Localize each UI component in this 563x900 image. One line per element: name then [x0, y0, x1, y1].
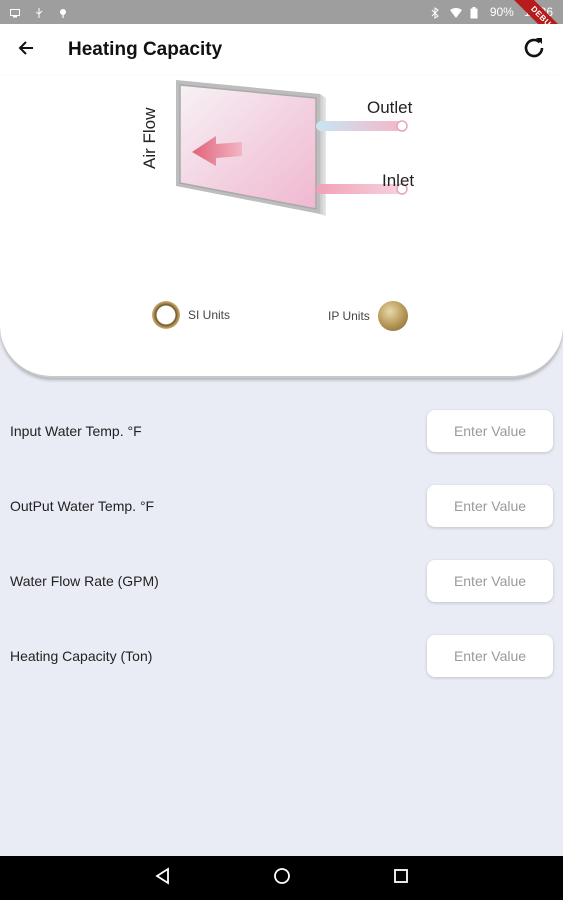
ip-units-radio[interactable]: IP Units — [328, 301, 408, 331]
row-label: Input Water Temp. °F — [10, 423, 142, 439]
si-units-label: SI Units — [188, 308, 231, 322]
form-row-heating-capacity: Heating Capacity (Ton) — [0, 634, 563, 678]
arrow-left-icon — [17, 39, 35, 62]
status-bar: 90% 11:36 DEBUG — [0, 0, 563, 54]
refresh-button[interactable] — [511, 24, 557, 76]
triangle-back-icon — [154, 866, 172, 890]
app-bar: Heating Capacity — [0, 24, 563, 76]
battery-percent: 90% — [489, 5, 514, 19]
wifi-icon — [449, 7, 462, 18]
si-units-radio[interactable]: SI Units — [152, 301, 230, 329]
circle-home-icon — [273, 867, 291, 890]
water-flow-rate-field[interactable] — [427, 560, 553, 602]
row-label: Heating Capacity (Ton) — [10, 648, 153, 664]
form-row-input-water-temp: Input Water Temp. °F — [0, 409, 563, 453]
refresh-icon — [521, 35, 547, 66]
nav-recents-button[interactable] — [389, 866, 413, 890]
row-label: OutPut Water Temp. °F — [10, 498, 155, 514]
radio-unselected-icon — [152, 301, 180, 329]
form-row-water-flow-rate: Water Flow Rate (GPM) — [0, 559, 563, 603]
form-row-output-water-temp: OutPut Water Temp. °F — [0, 484, 563, 528]
system-nav-bar — [0, 856, 563, 900]
heating-coil-diagram — [176, 80, 408, 216]
square-recents-icon — [393, 868, 409, 889]
back-button[interactable] — [0, 24, 52, 76]
ip-units-label: IP Units — [328, 309, 370, 323]
outlet-label: Outlet — [367, 98, 413, 117]
page-title: Heating Capacity — [68, 39, 223, 60]
heating-capacity-field[interactable] — [427, 635, 553, 677]
output-water-temp-field[interactable] — [427, 485, 553, 527]
row-label: Water Flow Rate (GPM) — [10, 573, 159, 589]
location-icon — [58, 7, 68, 18]
bluetooth-icon — [430, 7, 440, 19]
screen-icon — [10, 7, 20, 18]
input-water-temp-field[interactable] — [427, 410, 553, 452]
radio-selected-icon — [377, 301, 408, 331]
nav-home-button[interactable] — [270, 866, 294, 890]
inlet-label: Inlet — [382, 171, 415, 190]
diagram-panel: Outlet Inlet Air Flow SI Units IP Units — [0, 76, 563, 378]
nav-back-button[interactable] — [151, 866, 175, 890]
usb-icon — [34, 7, 44, 18]
airflow-label: Air Flow — [140, 107, 159, 169]
battery-icon — [470, 7, 480, 19]
